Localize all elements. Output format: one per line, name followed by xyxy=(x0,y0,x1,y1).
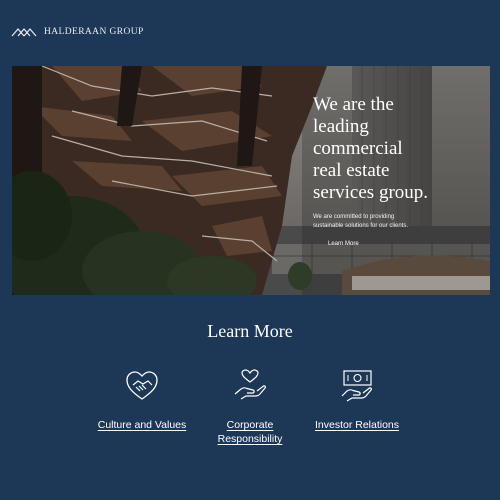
handshake-heart-icon xyxy=(126,371,158,400)
corporate-responsibility-link[interactable]: Corporate Responsibility xyxy=(195,368,305,446)
hero-heading-line: leading xyxy=(313,116,369,137)
hero-learn-more-link[interactable]: Learn More xyxy=(328,241,359,247)
hero-heading-line: services group. xyxy=(313,182,429,203)
hero-banner: We are the leading commercial real estat… xyxy=(12,66,490,295)
mountain-chevrons-icon[interactable] xyxy=(11,26,37,38)
learn-more-title: Learn More xyxy=(207,321,293,341)
brand-name[interactable]: HALDERAAN GROUP xyxy=(44,27,144,37)
feature-label: Culture and Values xyxy=(97,419,187,431)
hero-text-block: We are the leading commercial real estat… xyxy=(313,94,483,250)
hero-heading-line: real estate xyxy=(313,160,390,181)
feature-label: Corporate Responsibility xyxy=(217,419,283,445)
hero-heading-line: commercial xyxy=(313,138,403,159)
hero-heading: We are the leading commercial real estat… xyxy=(313,94,483,204)
hero-subtext: We are committed to providing sustainabl… xyxy=(313,214,409,229)
culture-values-link[interactable]: Culture and Values xyxy=(87,368,197,432)
hero-heading-line: We are the xyxy=(313,94,394,115)
hand-money-icon xyxy=(341,370,372,402)
investor-relations-link[interactable]: Investor Relations xyxy=(302,368,412,432)
feature-label: Investor Relations xyxy=(314,419,400,431)
hand-heart-icon xyxy=(234,369,266,400)
site-header: HALDERAAN GROUP xyxy=(11,24,144,40)
